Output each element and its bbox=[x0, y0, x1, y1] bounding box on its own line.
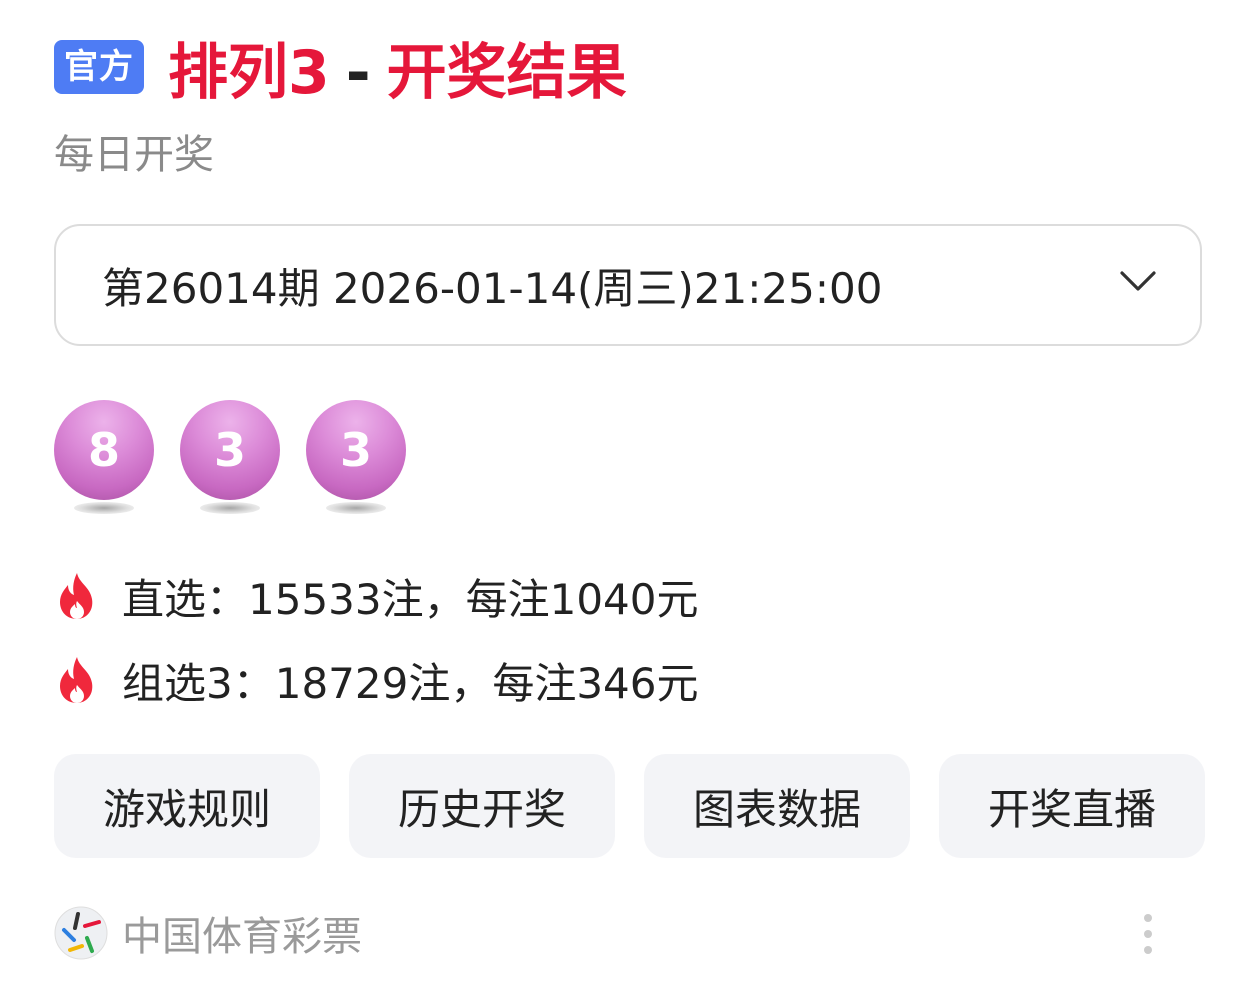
number-ball: 3 bbox=[180, 400, 280, 520]
source-name: 中国体育彩票 bbox=[122, 914, 362, 960]
title-game-name: 排列3 bbox=[168, 37, 330, 108]
action-buttons: 游戏规则 历史开奖 图表数据 开奖直播 bbox=[54, 754, 1206, 858]
ball-number: 3 bbox=[180, 400, 280, 500]
number-ball: 3 bbox=[306, 400, 406, 520]
issue-select[interactable]: 第26014期 2026-01-14(周三)21:25:00 bbox=[54, 224, 1202, 346]
more-vertical-icon[interactable] bbox=[1136, 910, 1160, 958]
prize-text: 组选3：18729注，每注346元 bbox=[122, 658, 699, 708]
chevron-down-icon bbox=[1120, 271, 1156, 291]
ball-shadow bbox=[200, 502, 260, 514]
ball-number: 3 bbox=[306, 400, 406, 500]
ball-number: 8 bbox=[54, 400, 154, 500]
ball-shadow bbox=[326, 502, 386, 514]
title-row: 官方 排列3- 开奖结果 bbox=[54, 28, 627, 108]
chart-data-button[interactable]: 图表数据 bbox=[644, 754, 910, 858]
fire-icon bbox=[60, 573, 93, 619]
china-sports-lottery-logo-icon bbox=[54, 906, 108, 960]
ball-shadow bbox=[74, 502, 134, 514]
issue-select-value: 第26014期 2026-01-14(周三)21:25:00 bbox=[102, 263, 883, 313]
official-badge: 官方 bbox=[54, 40, 144, 94]
title-suffix: 开奖结果 bbox=[386, 37, 627, 108]
draw-history-button[interactable]: 历史开奖 bbox=[349, 754, 615, 858]
lottery-result-card: 官方 排列3- 开奖结果 每日开奖 第26014期 2026-01-14(周三)2… bbox=[54, 0, 1206, 991]
number-ball: 8 bbox=[54, 400, 154, 520]
page-title[interactable]: 排列3- 开奖结果 bbox=[168, 24, 627, 111]
source-row[interactable]: 中国体育彩票 bbox=[54, 904, 362, 962]
prize-text: 直选：15533注，每注1040元 bbox=[122, 574, 699, 624]
title-separator: - bbox=[345, 37, 371, 108]
fire-icon bbox=[60, 657, 93, 703]
prize-row-direct: 直选：15533注，每注1040元 bbox=[54, 566, 699, 626]
game-rules-button[interactable]: 游戏规则 bbox=[54, 754, 320, 858]
prize-row-group3: 组选3：18729注，每注346元 bbox=[54, 650, 699, 710]
draw-frequency: 每日开奖 bbox=[54, 132, 214, 178]
live-draw-button[interactable]: 开奖直播 bbox=[939, 754, 1205, 858]
